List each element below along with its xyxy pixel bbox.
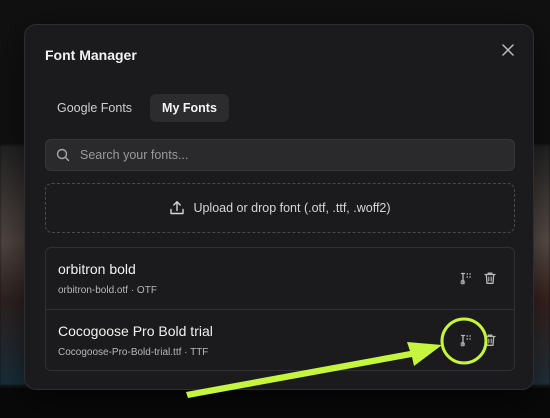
- background-footer: [0, 388, 550, 418]
- font-file-info: orbitron-bold.otf · OTF: [58, 285, 157, 296]
- font-list: orbitron bold orbitron-bold.otf · OTF Co…: [45, 247, 515, 371]
- trash-icon: [484, 272, 496, 284]
- delete-font-button[interactable]: [482, 270, 498, 286]
- close-icon: [502, 44, 514, 56]
- font-name: Cocogoose Pro Bold trial: [58, 323, 213, 339]
- search-field[interactable]: [45, 139, 515, 171]
- search-icon: [56, 148, 70, 162]
- font-name: orbitron bold: [58, 261, 136, 277]
- font-list-item: Cocogoose Pro Bold trial Cocogoose-Pro-B…: [46, 309, 514, 370]
- rename-font-button[interactable]: [458, 270, 474, 286]
- tab-my-fonts[interactable]: My Fonts: [150, 94, 229, 122]
- trash-icon: [484, 334, 496, 346]
- rename-font-button[interactable]: [458, 332, 474, 348]
- delete-font-button[interactable]: [482, 332, 498, 348]
- font-list-item: orbitron bold orbitron-bold.otf · OTF: [46, 248, 514, 309]
- tab-google-fonts[interactable]: Google Fonts: [45, 94, 144, 122]
- upload-icon: [170, 201, 185, 215]
- rename-icon: [460, 272, 471, 285]
- font-manager-dialog: Font Manager Google Fonts My Fonts Uploa…: [24, 24, 534, 390]
- rename-icon: [460, 334, 471, 347]
- upload-dropzone[interactable]: Upload or drop font (.otf, .ttf, .woff2): [45, 183, 515, 233]
- font-file-info: Cocogoose-Pro-Bold-trial.ttf · TTF: [58, 347, 209, 358]
- font-source-tabs: Google Fonts My Fonts: [45, 94, 229, 122]
- dialog-title: Font Manager: [45, 47, 137, 63]
- close-button[interactable]: [499, 41, 517, 59]
- upload-label: Upload or drop font (.otf, .ttf, .woff2): [193, 201, 391, 215]
- search-input[interactable]: [78, 147, 502, 163]
